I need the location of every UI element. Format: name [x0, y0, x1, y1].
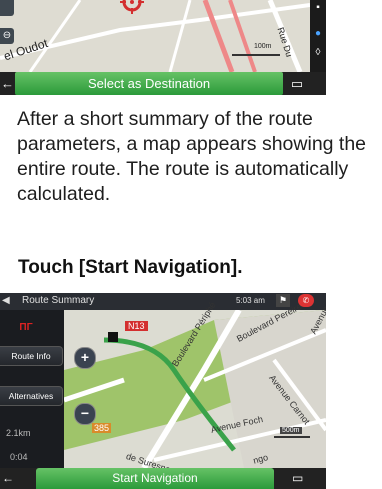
- road-shield-n13: N13: [125, 321, 148, 331]
- route-type-icon: ΠΓ: [19, 322, 33, 333]
- crosshair-icon: [120, 0, 144, 14]
- start-navigation-button[interactable]: Start Navigation: [36, 468, 274, 489]
- step-heading: Touch [Start Navigation].: [18, 257, 243, 278]
- compass-icon[interactable]: ◊: [312, 47, 324, 59]
- menu-icon[interactable]: ▭: [292, 468, 303, 489]
- vehicle-icon[interactable]: ●: [312, 28, 324, 40]
- route-info-button[interactable]: Route Info: [0, 346, 63, 366]
- scale-label: 500m: [280, 427, 302, 434]
- zoom-in-button[interactable]: +: [74, 347, 96, 369]
- scale-label: 100m: [254, 43, 272, 50]
- route-summary-screen: ◀ Route Summary 5:03 am ⚑ ✆ ΠΓ Route Inf…: [0, 293, 326, 489]
- select-destination-screen: ⊖ el Oudot Rue Du 100m ▪ ● ◊ ← Select as…: [0, 0, 326, 95]
- instruction-paragraph: After a short summary of the route param…: [17, 108, 367, 205]
- start-flag-icon: [108, 332, 118, 342]
- scale-bar: [232, 54, 280, 56]
- route-side-panel: ΠΓ Route Info Alternatives 2.1km 0:04: [0, 310, 64, 468]
- zoom-button[interactable]: ⊖: [0, 28, 14, 44]
- route-duration: 0:04: [10, 452, 28, 462]
- back-icon[interactable]: ◀: [2, 295, 10, 306]
- select-as-destination-button[interactable]: Select as Destination: [15, 72, 283, 95]
- destination-map[interactable]: [0, 0, 310, 72]
- back-arrow-icon[interactable]: ←: [0, 72, 15, 95]
- alternatives-button[interactable]: Alternatives: [0, 386, 63, 406]
- bottom-bar: ← Start Navigation ▭: [0, 468, 326, 489]
- scale-bar: [274, 436, 310, 438]
- back-arrow-icon[interactable]: ←: [2, 468, 14, 489]
- bottom-bar: ← Select as Destination ▭: [0, 72, 326, 95]
- route-distance: 2.1km: [6, 428, 31, 438]
- road-shield-385: 385: [92, 423, 112, 433]
- title-bar: ◀ Route Summary 5:03 am ⚑ ✆: [0, 293, 326, 310]
- map-tools-icon[interactable]: ▪: [312, 2, 324, 14]
- clock: 5:03 am: [236, 296, 265, 305]
- flag-icon[interactable]: ⚑: [276, 294, 290, 307]
- map-control-button[interactable]: [0, 0, 14, 16]
- zoom-out-button[interactable]: −: [74, 403, 96, 425]
- screen-title: Route Summary: [22, 295, 95, 306]
- menu-icon[interactable]: ▭: [284, 72, 310, 95]
